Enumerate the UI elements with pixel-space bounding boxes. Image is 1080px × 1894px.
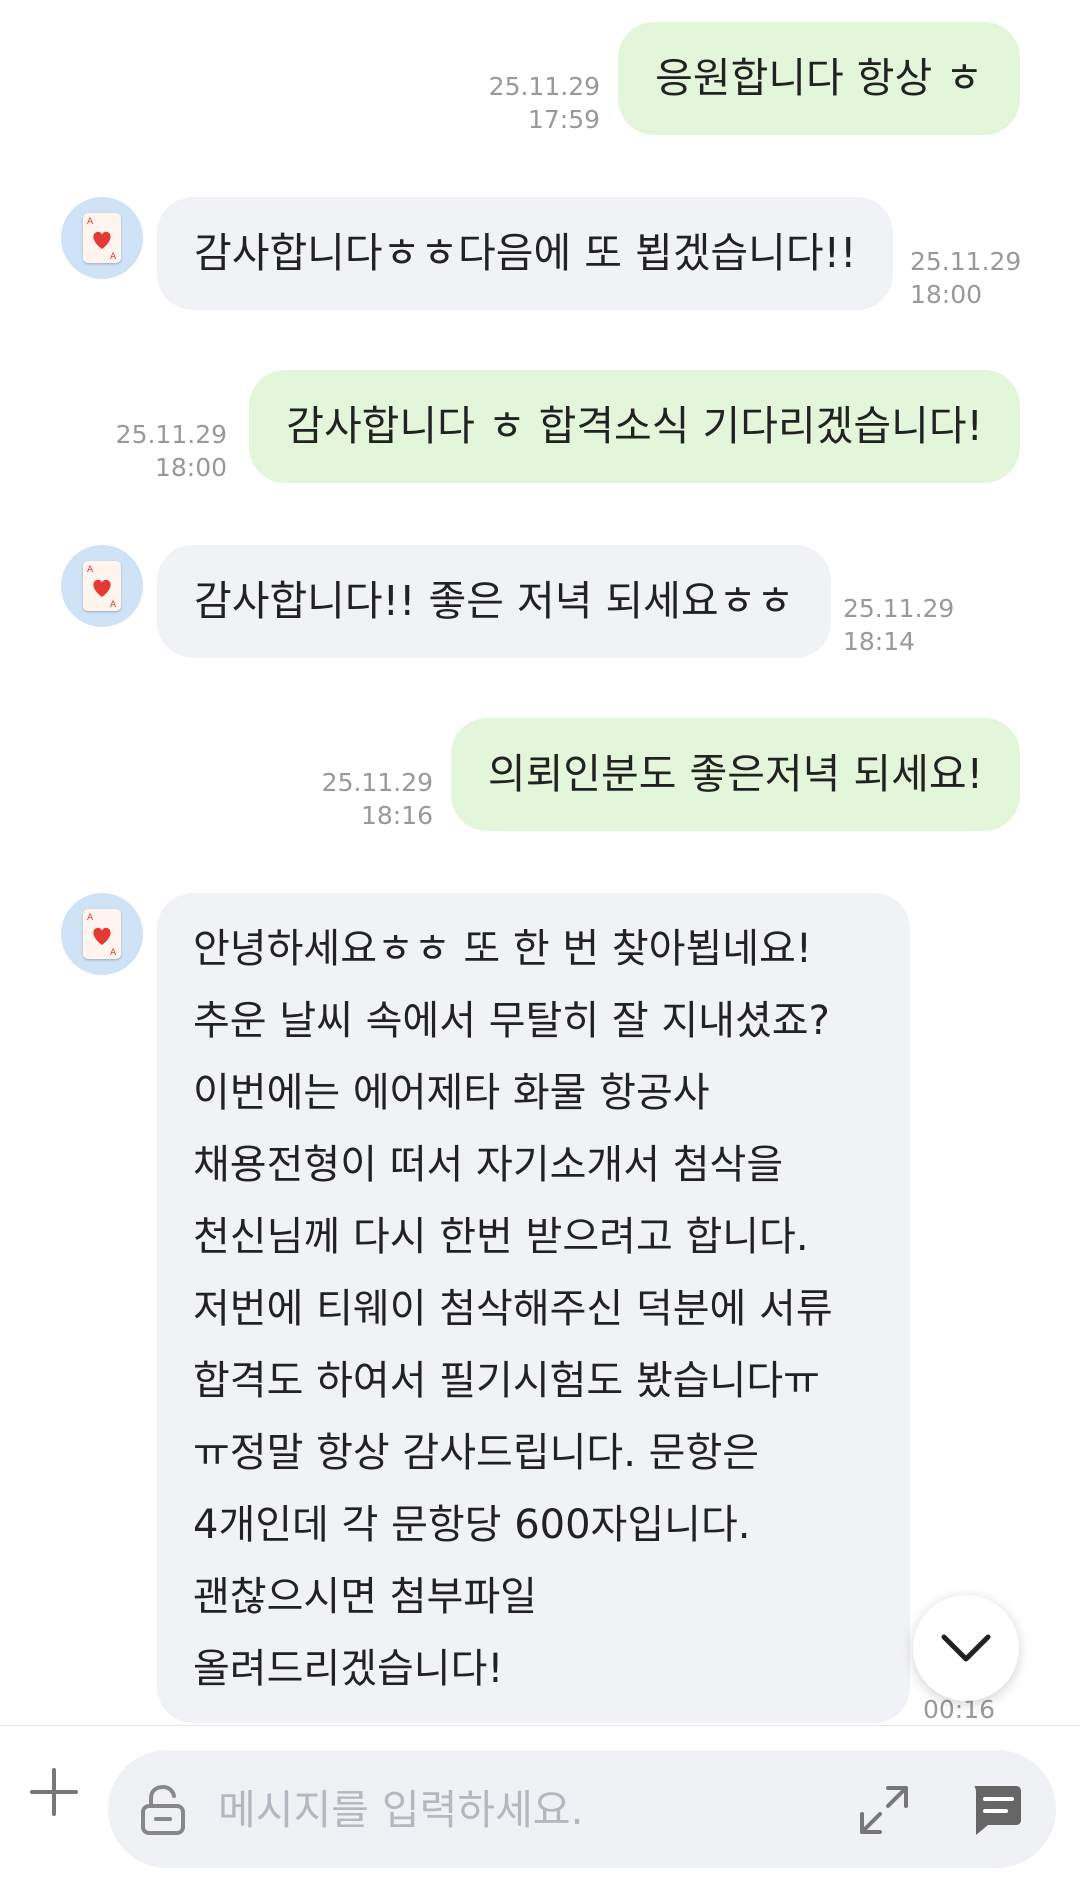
timestamp-time: 18:16 [360,801,433,830]
message-input-container[interactable] [108,1750,1056,1868]
message-line: 괜찮으시면 첨부파일 [193,1574,537,1620]
chat-bubble-icon[interactable] [968,1782,1024,1838]
message-timestamp: 25.11.29 18:00 [116,418,227,484]
timestamp-date: 25.11.29 [910,247,1022,276]
svg-text:A: A [110,948,117,958]
message-bubble-incoming[interactable]: 감사합니다!! 좋은 저녁 되세요ㅎㅎ [157,545,832,658]
message-line: 이번에는 에어제타 화물 항공사 [193,1070,710,1116]
svg-text:A: A [87,565,94,575]
heart-card-icon: AA [83,909,121,959]
chat-area[interactable]: 응원합니다 항상 ㅎ 25.11.29 17:59 AA 감사합니다ㅎㅎ다음에 … [0,0,1080,1725]
message-line: 천신님께 다시 한번 받으려고 합니다. [193,1214,809,1260]
message-line: 합격도 하여서 필기시험도 봤습니다ㅠ [193,1358,820,1404]
timestamp-time: 18:00 [154,453,227,482]
timestamp-time: 17:59 [527,105,600,134]
message-line: 올려드리겠습니다! [193,1646,504,1692]
timestamp-time: 18:00 [910,280,983,309]
message-bubble-outgoing[interactable]: 감사합니다 ㅎ 합격소식 기다리겠습니다! [249,370,1020,483]
svg-text:A: A [110,600,117,610]
message-line: 저번에 티웨이 첨삭해주신 덕분에 서류 [193,1286,833,1332]
svg-text:A: A [87,913,94,923]
message-timestamp: 25.11.29 17:59 [489,70,600,136]
message-bubble-incoming[interactable]: 감사합니다ㅎㅎ다음에 또 뵙겠습니다!! [157,197,894,310]
svg-text:A: A [110,252,117,262]
avatar[interactable]: AA [61,545,143,627]
composer-bar [0,1725,1080,1894]
scroll-to-bottom-button[interactable] [913,1595,1019,1701]
timestamp-date: 25.11.29 [488,72,600,101]
message-input[interactable] [216,1772,780,1848]
message-bubble-outgoing[interactable]: 응원합니다 항상 ㅎ [618,22,1020,135]
timestamp-date: 25.11.29 [321,768,433,797]
message-bubble-outgoing[interactable]: 의뢰인분도 좋은저녁 되세요! [450,718,1020,831]
unlock-icon[interactable] [138,1784,188,1836]
message-timestamp: 25.11.29 18:14 [843,592,954,658]
svg-text:A: A [87,217,94,227]
message-line: 4개인데 각 문항당 600자입니다. [193,1502,751,1548]
plus-icon[interactable] [28,1766,80,1818]
heart-card-icon: AA [83,561,121,611]
timestamp-time: 18:14 [843,627,916,656]
timestamp-date: 25.11.29 [115,420,227,449]
timestamp-date: 25.11.29 [843,594,955,623]
chevron-down-icon [941,1634,991,1662]
expand-icon[interactable] [858,1784,910,1836]
avatar[interactable]: AA [61,893,143,975]
message-timestamp: 25.11.29 18:00 [910,245,1021,311]
message-line: 추운 날씨 속에서 무탈히 잘 지내셨죠? [193,998,830,1044]
avatar[interactable]: AA [61,197,143,279]
message-bubble-incoming[interactable]: 안녕하세요ㅎㅎ 또 한 번 찾아뵙네요! 추운 날씨 속에서 무탈히 잘 지내셨… [157,893,910,1723]
message-line: ㅠ정말 항상 감사드립니다. 문항은 [193,1430,760,1476]
message-line: 안녕하세요ㅎㅎ 또 한 번 찾아뵙네요! [193,926,812,972]
message-timestamp: 25.11.29 18:16 [322,766,433,832]
heart-card-icon: AA [83,213,121,263]
message-line: 채용전형이 떠서 자기소개서 첨삭을 [193,1142,784,1188]
